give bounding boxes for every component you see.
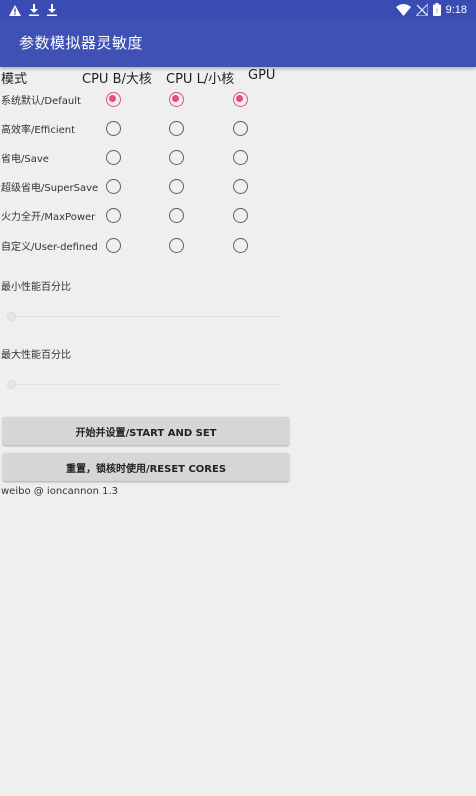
- radio-save-gpu[interactable]: [233, 150, 248, 165]
- radio-efficient-gpu[interactable]: [233, 121, 248, 136]
- warning-icon: [9, 4, 21, 16]
- radio-user-defined-gpu[interactable]: [233, 238, 248, 253]
- mode-row-supersave: 超级省电/SuperSave: [0, 176, 300, 198]
- download-icon: [29, 4, 39, 16]
- radio-default-cpu-little[interactable]: [169, 92, 184, 107]
- mode-row-default: 系统默认/Default: [0, 89, 300, 111]
- radio-default-cpu-big[interactable]: [106, 92, 121, 107]
- battery-icon: !: [432, 3, 441, 16]
- radio-save-cpu-little[interactable]: [169, 150, 184, 165]
- radio-supersave-gpu[interactable]: [233, 179, 248, 194]
- max-performance-label: 最大性能百分比: [1, 350, 71, 361]
- status-bar: ! 9:18: [0, 0, 476, 19]
- slider-track: [9, 316, 280, 317]
- page-title: 参数模拟器灵敏度: [19, 34, 144, 52]
- radio-supersave-cpu-little[interactable]: [169, 179, 184, 194]
- reset-cores-button[interactable]: 重置，锁核时使用/RESET CORES: [3, 453, 289, 481]
- mode-label: 高效率/Efficient: [1, 125, 76, 136]
- header-gpu: GPU: [248, 68, 276, 83]
- start-and-set-button[interactable]: 开始并设置/START AND SET: [3, 417, 289, 445]
- mode-label: 超级省电/SuperSave: [1, 183, 99, 194]
- max-performance-slider[interactable]: [7, 380, 280, 390]
- footer-credit: weibo @ ioncannon 1.3: [1, 486, 119, 497]
- header-mode: 模式: [1, 72, 28, 87]
- slider-track: [9, 384, 280, 385]
- mode-row-save: 省电/Save: [0, 147, 300, 169]
- slider-thumb[interactable]: [7, 312, 16, 321]
- mode-label: 自定义/User-defined: [1, 242, 98, 253]
- download-icon: [47, 4, 57, 16]
- mode-row-maxpower: 火力全开/MaxPower: [0, 205, 300, 227]
- radio-supersave-cpu-big[interactable]: [106, 179, 121, 194]
- radio-maxpower-gpu[interactable]: [233, 208, 248, 223]
- wifi-icon: [395, 3, 411, 16]
- mode-label: 系统默认/Default: [1, 96, 81, 107]
- radio-maxpower-cpu-little[interactable]: [169, 208, 184, 223]
- radio-user-defined-cpu-little[interactable]: [169, 238, 184, 253]
- mode-row-efficient: 高效率/Efficient: [0, 118, 300, 140]
- radio-maxpower-cpu-big[interactable]: [106, 208, 121, 223]
- status-left-icons: [9, 3, 57, 17]
- header-cpu-little: CPU L/小核: [166, 72, 235, 87]
- mode-row-user-defined: 自定义/User-defined: [0, 235, 300, 257]
- mode-label: 省电/Save: [1, 154, 49, 165]
- svg-text:!: !: [435, 8, 437, 15]
- radio-efficient-cpu-big[interactable]: [106, 121, 121, 136]
- min-performance-slider[interactable]: [7, 312, 280, 322]
- status-right-icons: ! 9:18: [395, 2, 467, 17]
- mode-label: 火力全开/MaxPower: [1, 212, 96, 223]
- slider-thumb[interactable]: [7, 380, 16, 389]
- radio-save-cpu-big[interactable]: [106, 150, 121, 165]
- radio-efficient-cpu-little[interactable]: [169, 121, 184, 136]
- no-signal-icon: [415, 3, 428, 16]
- min-performance-label: 最小性能百分比: [1, 282, 71, 293]
- radio-default-gpu[interactable]: [233, 92, 248, 107]
- app-bar: 参数模拟器灵敏度: [0, 19, 476, 67]
- header-cpu-big: CPU B/大核: [82, 72, 152, 87]
- radio-user-defined-cpu-big[interactable]: [106, 238, 121, 253]
- status-time: 9:18: [445, 3, 467, 16]
